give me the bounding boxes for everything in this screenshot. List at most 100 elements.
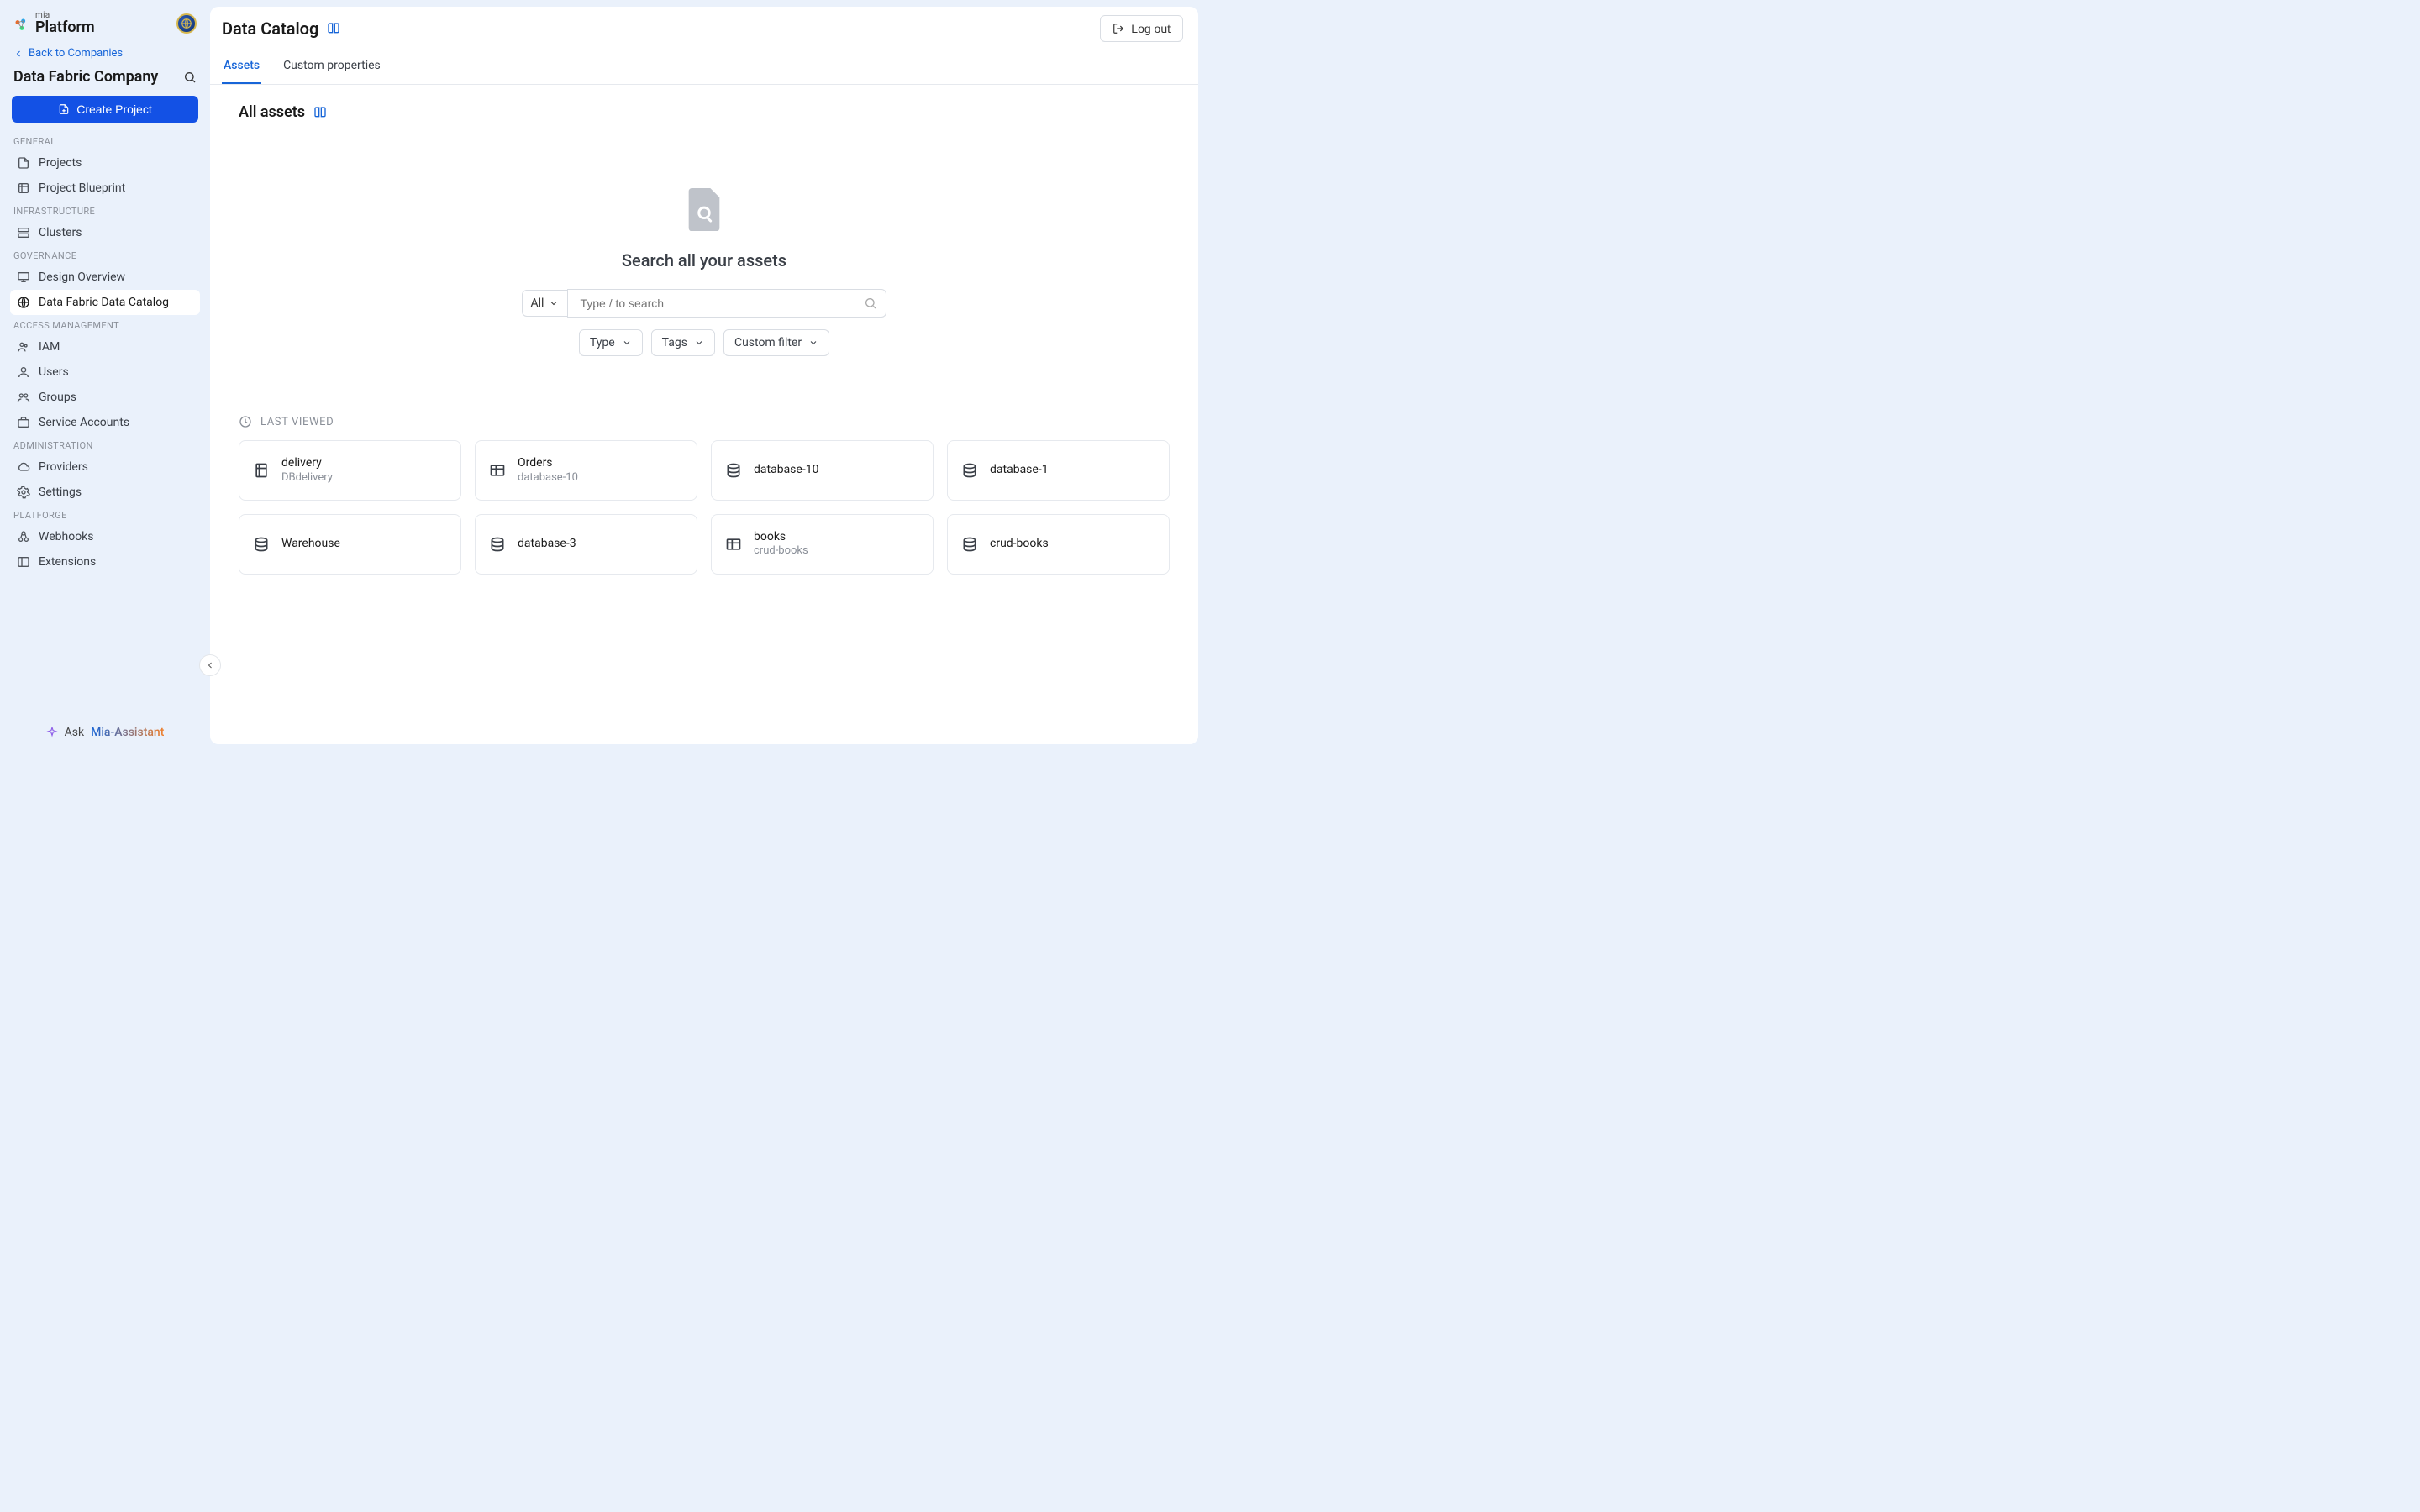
- sidebar-item-projects[interactable]: Projects: [10, 150, 200, 176]
- asset-search-input[interactable]: [576, 290, 864, 317]
- db-icon: [961, 462, 978, 479]
- sidebar-item-label: Clusters: [39, 226, 82, 239]
- users-icon: [17, 391, 30, 404]
- server-icon: [17, 226, 30, 239]
- back-link-label: Back to Companies: [29, 47, 123, 60]
- sub-title: All assets: [239, 103, 305, 121]
- card-title: database-10: [754, 463, 818, 478]
- sidebar-item-extensions[interactable]: Extensions: [10, 549, 200, 575]
- sidebar-search-icon[interactable]: [183, 71, 197, 84]
- sidebar-item-clusters[interactable]: Clusters: [10, 220, 200, 245]
- db-icon: [961, 536, 978, 553]
- section-admin: ADMINISTRATION: [10, 435, 200, 454]
- asset-card[interactable]: database-10: [711, 440, 934, 501]
- sidebar-item-data-catalog[interactable]: Data Fabric Data Catalog: [10, 290, 200, 315]
- sidebar-item-label: Project Blueprint: [39, 181, 125, 195]
- sidebar-item-providers[interactable]: Providers: [10, 454, 200, 480]
- sheet-icon: [253, 462, 270, 479]
- sidebar-expand-icon: [17, 555, 30, 569]
- search-icon: [864, 297, 877, 310]
- file-icon: [17, 156, 30, 170]
- sidebar-item-label: Webhooks: [39, 530, 94, 543]
- tabs: Assets Custom properties: [210, 49, 1198, 85]
- brand-name: Platform: [35, 20, 95, 35]
- filter-tags[interactable]: Tags: [651, 329, 715, 356]
- clock-icon: [239, 415, 252, 428]
- chevron-left-icon: [205, 660, 215, 670]
- page-title: Data Catalog: [222, 18, 340, 39]
- file-plus-icon: [58, 103, 70, 115]
- sidebar-item-label: Users: [39, 365, 69, 379]
- card-title: books: [754, 530, 808, 545]
- sidebar-item-label: Settings: [39, 486, 82, 499]
- sidebar-item-label: IAM: [39, 340, 60, 354]
- sparkle-icon: [46, 727, 58, 738]
- sidebar-item-settings[interactable]: Settings: [10, 480, 200, 505]
- sidebar-item-users[interactable]: Users: [10, 360, 200, 385]
- section-platforge: PLATFORGE: [10, 505, 200, 524]
- last-viewed-label: LAST VIEWED: [260, 416, 334, 428]
- card-title: Warehouse: [281, 537, 340, 552]
- filter-type[interactable]: Type: [579, 329, 643, 356]
- create-project-button[interactable]: Create Project: [12, 96, 198, 123]
- sidebar-item-label: Extensions: [39, 555, 96, 569]
- asset-card[interactable]: database-3: [475, 514, 697, 575]
- asset-card[interactable]: crud-books: [947, 514, 1170, 575]
- chevron-down-icon: [622, 338, 632, 348]
- tab-assets[interactable]: Assets: [222, 49, 261, 84]
- create-project-label: Create Project: [76, 102, 151, 116]
- asset-card[interactable]: database-1: [947, 440, 1170, 501]
- sidebar-item-label: Groups: [39, 391, 76, 404]
- main: Data Catalog Log out Assets Custom prope…: [210, 0, 1210, 756]
- gear-icon: [17, 486, 30, 499]
- blueprint-icon: [17, 181, 30, 195]
- arrow-left-icon: [13, 49, 24, 59]
- sidebar-item-label: Projects: [39, 156, 82, 170]
- tab-label: Custom properties: [283, 59, 381, 72]
- sidebar-item-webhooks[interactable]: Webhooks: [10, 524, 200, 549]
- sidebar-item-groups[interactable]: Groups: [10, 385, 200, 410]
- section-governance: GOVERNANCE: [10, 245, 200, 265]
- search-scope-select[interactable]: All: [522, 290, 568, 317]
- chip-label: Type: [590, 336, 615, 349]
- logout-button[interactable]: Log out: [1100, 15, 1183, 42]
- brand-logo[interactable]: mia Platform: [13, 12, 95, 35]
- chevron-down-icon: [808, 338, 818, 348]
- section-infrastructure: INFRASTRUCTURE: [10, 201, 200, 220]
- sidebar-item-service-accounts[interactable]: Service Accounts: [10, 410, 200, 435]
- sidebar-item-label: Service Accounts: [39, 416, 129, 429]
- company-name: Data Fabric Company: [13, 68, 158, 86]
- asset-card[interactable]: Warehouse: [239, 514, 461, 575]
- hero-title: Search all your assets: [622, 250, 786, 270]
- document-search-icon: [686, 188, 723, 232]
- logo-mark-icon: [13, 17, 30, 34]
- tab-custom-properties[interactable]: Custom properties: [281, 49, 382, 84]
- section-general: GENERAL: [10, 131, 200, 150]
- select-label: All: [531, 297, 544, 310]
- card-title: database-1: [990, 463, 1049, 478]
- card-subtitle: database-10: [518, 471, 578, 485]
- company-badge-icon[interactable]: [176, 13, 197, 34]
- collapse-sidebar-button[interactable]: [199, 654, 221, 676]
- sidebar-item-iam[interactable]: IAM: [10, 334, 200, 360]
- search-box: [567, 289, 886, 318]
- asset-card[interactable]: deliveryDBdelivery: [239, 440, 461, 501]
- asset-card[interactable]: bookscrud-books: [711, 514, 934, 575]
- sidebar-item-blueprint[interactable]: Project Blueprint: [10, 176, 200, 201]
- book-icon[interactable]: [313, 106, 327, 119]
- asset-card[interactable]: Ordersdatabase-10: [475, 440, 697, 501]
- filter-custom[interactable]: Custom filter: [723, 329, 829, 356]
- book-icon[interactable]: [327, 22, 340, 35]
- logout-label: Log out: [1131, 22, 1171, 35]
- cloud-icon: [17, 460, 30, 474]
- ask-assistant-button[interactable]: Ask Mia-Assistant: [10, 717, 200, 748]
- sidebar-item-design[interactable]: Design Overview: [10, 265, 200, 290]
- chevron-down-icon: [549, 298, 559, 308]
- back-to-companies-link[interactable]: Back to Companies: [10, 47, 200, 60]
- card-title: Orders: [518, 456, 578, 471]
- iam-icon: [17, 340, 30, 354]
- card-subtitle: DBdelivery: [281, 471, 333, 485]
- chip-label: Tags: [662, 336, 687, 349]
- table-icon: [489, 462, 506, 479]
- webhook-icon: [17, 530, 30, 543]
